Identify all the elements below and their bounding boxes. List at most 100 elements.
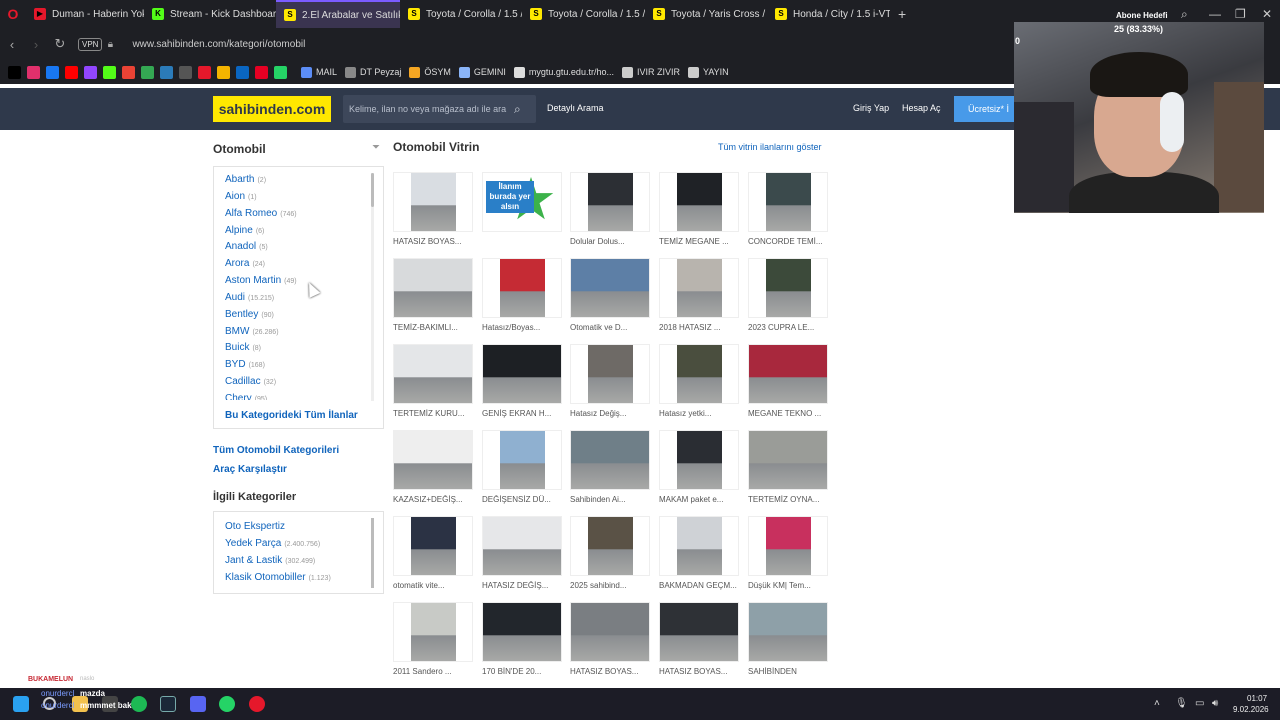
showcase-card[interactable]: 2025 sahibind... bbox=[570, 516, 650, 590]
related-category-name[interactable]: Yedek Parça bbox=[225, 538, 281, 549]
brand-name[interactable]: Arora bbox=[225, 258, 249, 269]
brand-scrollbar-thumb[interactable] bbox=[371, 173, 374, 207]
showcase-card[interactable]: KAZASIZ+DEĞİŞ... bbox=[393, 430, 473, 504]
showcase-card[interactable]: 2023 CUPRA LE... bbox=[748, 258, 828, 332]
brand-item[interactable]: Abarth (2) bbox=[225, 174, 375, 191]
brand-item[interactable]: Bentley (90) bbox=[225, 309, 375, 326]
listing-caption[interactable]: Hatasız Değiş... bbox=[570, 409, 650, 418]
related-category-name[interactable]: Klasik Otomobiller bbox=[225, 572, 306, 583]
brand-name[interactable]: Buick bbox=[225, 342, 249, 353]
bookmark-shortcut-icon[interactable] bbox=[255, 65, 268, 79]
showcase-card[interactable]: Sahibinden Ai... bbox=[570, 430, 650, 504]
related-category-item[interactable]: Jant & Lastik (302.499) bbox=[225, 555, 315, 566]
brand-item[interactable]: Audi (15.215) bbox=[225, 292, 375, 309]
listing-caption[interactable]: GENİŞ EKRAN H... bbox=[482, 409, 562, 418]
listing-caption[interactable]: otomatik vite... bbox=[393, 581, 473, 590]
brand-item[interactable]: Buick (8) bbox=[225, 342, 375, 359]
url-field[interactable]: www.sahibinden.com/kategori/otomobil bbox=[132, 39, 305, 50]
browser-tab[interactable]: S Honda / City / 1.5 i-VTEC bbox=[767, 0, 890, 28]
bookmark-shortcut-icon[interactable] bbox=[236, 65, 249, 79]
brand-item[interactable]: Chery (95) bbox=[225, 393, 375, 400]
detailed-search-link[interactable]: Detaylı Arama bbox=[547, 103, 604, 113]
listing-thumbnail[interactable] bbox=[748, 430, 828, 490]
listing-thumbnail[interactable] bbox=[393, 602, 473, 662]
whatsapp-icon[interactable] bbox=[219, 696, 235, 712]
listing-thumbnail[interactable] bbox=[659, 172, 739, 232]
search-icon[interactable]: ⌕ bbox=[514, 102, 521, 117]
tray-chevron-icon[interactable]: ˄ bbox=[1154, 698, 1160, 709]
steam-icon[interactable] bbox=[160, 696, 176, 712]
bookmark-item[interactable]: YAYIN bbox=[687, 66, 729, 78]
listing-thumbnail[interactable] bbox=[748, 258, 828, 318]
bookmark-shortcut-icon[interactable] bbox=[84, 65, 97, 79]
brand-item[interactable]: BMW (26.286) bbox=[225, 326, 375, 343]
related-scrollbar[interactable] bbox=[371, 518, 374, 588]
listing-caption[interactable]: Otomatik ve D... bbox=[570, 323, 650, 332]
microphone-icon[interactable]: 🎙︎ bbox=[1175, 698, 1188, 709]
brand-item[interactable]: Aion (1) bbox=[225, 191, 375, 208]
listing-thumbnail[interactable] bbox=[482, 602, 562, 662]
listing-caption[interactable]: Hatasız yetki... bbox=[659, 409, 739, 418]
showcase-card[interactable]: 2018 HATASIZ ... bbox=[659, 258, 739, 332]
listing-caption[interactable]: KAZASIZ+DEĞİŞ... bbox=[393, 495, 473, 504]
showcase-card[interactable]: MEGANE TEKNO ... bbox=[748, 344, 828, 418]
listing-thumbnail[interactable] bbox=[570, 430, 650, 490]
listing-thumbnail[interactable] bbox=[748, 602, 828, 662]
showcase-card[interactable]: HATASIZ DEĞİŞ... bbox=[482, 516, 562, 590]
display-icon[interactable]: ▭ bbox=[1195, 698, 1204, 709]
listing-thumbnail[interactable] bbox=[570, 344, 650, 404]
showcase-card[interactable]: 2011 Sandero ... bbox=[393, 602, 473, 676]
showcase-card[interactable]: SAHİBİNDEN bbox=[748, 602, 828, 676]
brand-name[interactable]: BYD bbox=[225, 359, 246, 370]
brand-name[interactable]: Bentley bbox=[225, 309, 258, 320]
showcase-card[interactable]: Hatasız yetki... bbox=[659, 344, 739, 418]
listing-caption[interactable]: DEĞİŞENSİZ DÜ... bbox=[482, 495, 562, 504]
bookmark-shortcut-icon[interactable] bbox=[46, 65, 59, 79]
bookmark-shortcut-icon[interactable] bbox=[8, 65, 21, 79]
listing-thumbnail[interactable] bbox=[570, 516, 650, 576]
search-input[interactable] bbox=[349, 104, 514, 114]
listing-thumbnail[interactable] bbox=[570, 258, 650, 318]
brand-item[interactable]: Arora (24) bbox=[225, 258, 375, 275]
related-category-item[interactable]: Oto Ekspertiz bbox=[225, 521, 288, 532]
listing-thumbnail[interactable] bbox=[482, 344, 562, 404]
showcase-promo-card[interactable]: ★İlanım burada yer alsın bbox=[482, 172, 562, 237]
listing-caption[interactable]: 170 BİN'DE 20... bbox=[482, 667, 562, 676]
showcase-card[interactable]: TERTEMİZ KURU... bbox=[393, 344, 473, 418]
brand-name[interactable]: Chery bbox=[225, 393, 252, 400]
brand-name[interactable]: Alpine bbox=[225, 225, 253, 236]
listing-thumbnail[interactable] bbox=[570, 602, 650, 662]
listing-caption[interactable]: MEGANE TEKNO ... bbox=[748, 409, 828, 418]
showcase-card[interactable]: HATASIZ BOYAS... bbox=[659, 602, 739, 676]
brand-name[interactable]: Alfa Romeo bbox=[225, 208, 277, 219]
related-category-item[interactable]: Yedek Parça (2.400.756) bbox=[225, 538, 320, 549]
showcase-show-all-link[interactable]: Tüm vitrin ilanlarını göster bbox=[718, 142, 822, 152]
brand-name[interactable]: Aion bbox=[225, 191, 245, 202]
listing-caption[interactable]: TEMİZ MEGANE ... bbox=[659, 237, 739, 246]
brand-name[interactable]: Abarth bbox=[225, 174, 254, 185]
brand-name[interactable]: BMW bbox=[225, 326, 249, 337]
windows-start-icon[interactable] bbox=[13, 696, 29, 712]
brand-name[interactable]: Anadol bbox=[225, 241, 256, 252]
listing-thumbnail[interactable] bbox=[659, 430, 739, 490]
brand-item[interactable]: BYD (168) bbox=[225, 359, 375, 376]
listing-caption[interactable]: Düşük KM| Tem... bbox=[748, 581, 828, 590]
related-category-item[interactable]: Klasik Otomobiller (1.123) bbox=[225, 572, 331, 583]
showcase-card[interactable]: 170 BİN'DE 20... bbox=[482, 602, 562, 676]
showcase-card[interactable]: GENİŞ EKRAN H... bbox=[482, 344, 562, 418]
showcase-card[interactable]: otomatik vite... bbox=[393, 516, 473, 590]
bookmark-shortcut-icon[interactable] bbox=[103, 65, 116, 79]
listing-caption[interactable]: 2018 HATASIZ ... bbox=[659, 323, 739, 332]
brand-item[interactable]: Cadillac (32) bbox=[225, 376, 375, 393]
browser-tab[interactable]: K Stream - Kick Dashboard bbox=[144, 0, 276, 28]
showcase-card[interactable]: TEMİZ MEGANE ... bbox=[659, 172, 739, 246]
opera-logo-icon[interactable]: O bbox=[0, 0, 26, 28]
spotify-icon[interactable] bbox=[131, 696, 147, 712]
listing-thumbnail[interactable] bbox=[482, 516, 562, 576]
browser-tab[interactable]: S 2.El Arabalar ve Satılık Sıfır bbox=[276, 0, 400, 28]
brand-item[interactable]: Alfa Romeo (746) bbox=[225, 208, 375, 225]
listing-caption[interactable]: HATASIZ DEĞİŞ... bbox=[482, 581, 562, 590]
showcase-card[interactable]: TEMİZ-BAKIMLI... bbox=[393, 258, 473, 332]
listing-thumbnail[interactable] bbox=[393, 344, 473, 404]
listing-thumbnail[interactable] bbox=[748, 516, 828, 576]
